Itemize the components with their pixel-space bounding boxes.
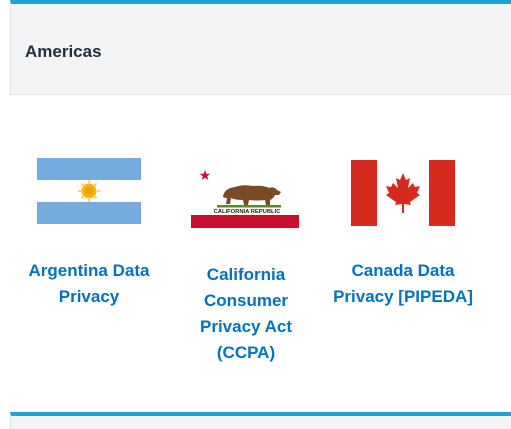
canada-flag-icon xyxy=(351,160,455,226)
page: Americas Argentina Data Privacy CALIFORN… xyxy=(0,0,511,429)
card-label[interactable]: California Consumer Privacy Act (CCPA) xyxy=(173,262,319,366)
card-label[interactable]: Argentina Data Privacy xyxy=(14,258,164,310)
california-flag-icon: CALIFORNIA REPUBLIC xyxy=(191,164,299,228)
section-header-next[interactable] xyxy=(10,412,511,429)
country-card-grid: Argentina Data Privacy CALIFORNIA REPUBL… xyxy=(0,150,511,390)
section-title: Americas xyxy=(25,42,102,61)
argentina-flag-icon xyxy=(37,158,141,224)
svg-text:CALIFORNIA REPUBLIC: CALIFORNIA REPUBLIC xyxy=(214,209,282,215)
card-label[interactable]: Canada Data Privacy [PIPEDA] xyxy=(328,258,478,310)
section-header-americas[interactable]: Americas xyxy=(10,0,511,95)
